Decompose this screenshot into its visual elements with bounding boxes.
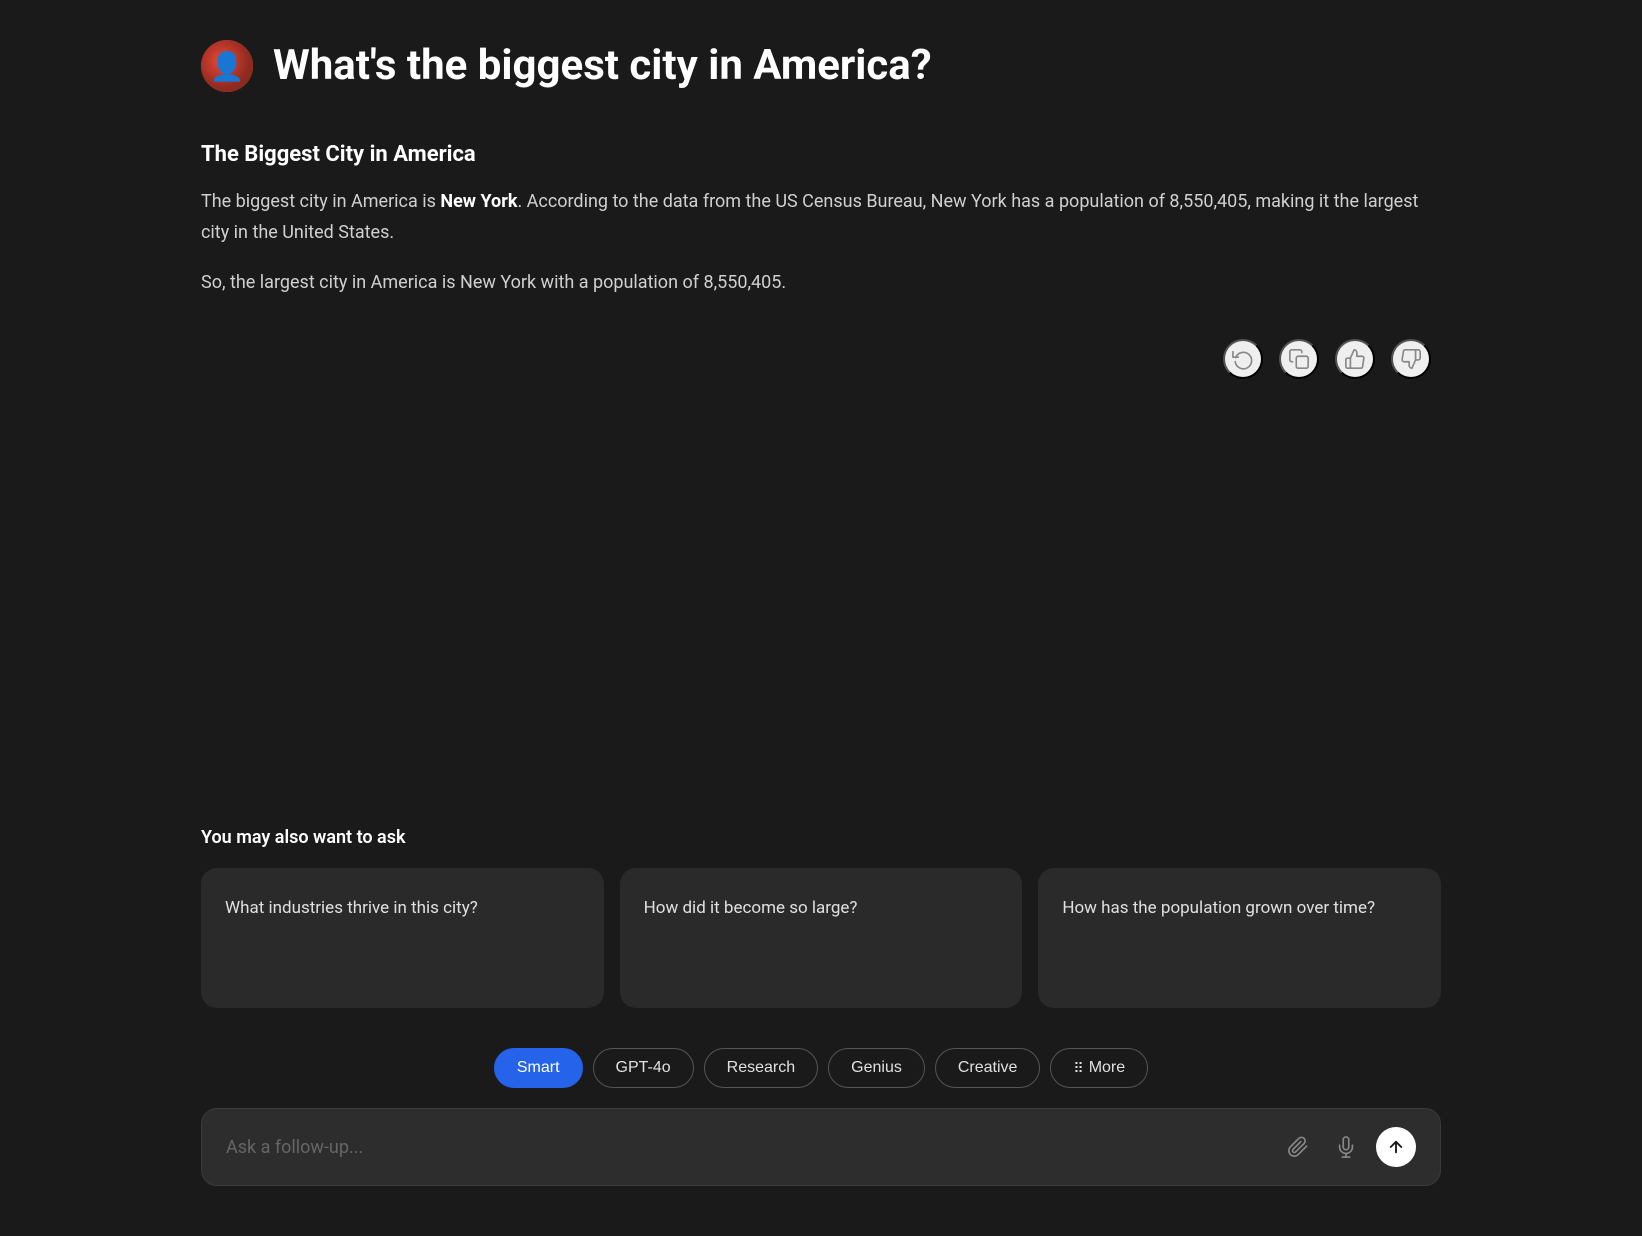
send-button[interactable]	[1376, 1127, 1416, 1167]
suggestions-grid: What industries thrive in this city? How…	[201, 868, 1441, 1008]
more-grid-icon: ⠿	[1073, 1060, 1082, 1077]
model-btn-smart[interactable]: Smart	[494, 1048, 583, 1088]
suggestions-section: You may also want to ask What industries…	[201, 827, 1441, 1008]
answer-heading: The Biggest City in America	[201, 142, 1441, 167]
model-btn-gpt4o[interactable]: GPT-4o	[593, 1048, 694, 1088]
input-area	[201, 1108, 1441, 1216]
copy-button[interactable]	[1279, 339, 1319, 379]
page-title: What's the biggest city in America?	[273, 41, 932, 91]
answer-paragraph-2: So, the largest city in America is New Y…	[201, 268, 1441, 299]
avatar	[201, 40, 253, 92]
answer-text-before: The biggest city in America is	[201, 191, 440, 212]
answer-paragraph-1: The biggest city in America is New York.…	[201, 187, 1441, 248]
follow-up-input[interactable]	[226, 1137, 1268, 1158]
model-btn-more-label: More	[1089, 1059, 1125, 1077]
attach-button[interactable]	[1280, 1129, 1316, 1165]
model-selector: Smart GPT-4o Research Genius Creative ⠿ …	[201, 1048, 1441, 1088]
suggestion-card-3[interactable]: How has the population grown over time?	[1038, 868, 1441, 1008]
suggestion-text-1: What industries thrive in this city?	[225, 896, 478, 922]
suggestion-card-1[interactable]: What industries thrive in this city?	[201, 868, 604, 1008]
suggestion-card-2[interactable]: How did it become so large?	[620, 868, 1023, 1008]
action-icons-row	[201, 339, 1441, 379]
suggestion-text-2: How did it become so large?	[644, 896, 858, 922]
model-btn-genius[interactable]: Genius	[828, 1048, 925, 1088]
model-btn-creative[interactable]: Creative	[935, 1048, 1041, 1088]
thumbs-up-button[interactable]	[1335, 339, 1375, 379]
regenerate-button[interactable]	[1223, 339, 1263, 379]
answer-section: The Biggest City in America The biggest …	[201, 142, 1441, 797]
answer-bold: New York	[440, 191, 517, 212]
question-header: What's the biggest city in America?	[201, 40, 1441, 92]
suggestion-text-3: How has the population grown over time?	[1062, 896, 1375, 922]
suggestions-title: You may also want to ask	[201, 827, 1441, 848]
microphone-button[interactable]	[1328, 1129, 1364, 1165]
model-btn-more[interactable]: ⠿ More	[1050, 1048, 1148, 1088]
model-btn-research[interactable]: Research	[704, 1048, 818, 1088]
input-wrapper	[201, 1108, 1441, 1186]
thumbs-down-button[interactable]	[1391, 339, 1431, 379]
